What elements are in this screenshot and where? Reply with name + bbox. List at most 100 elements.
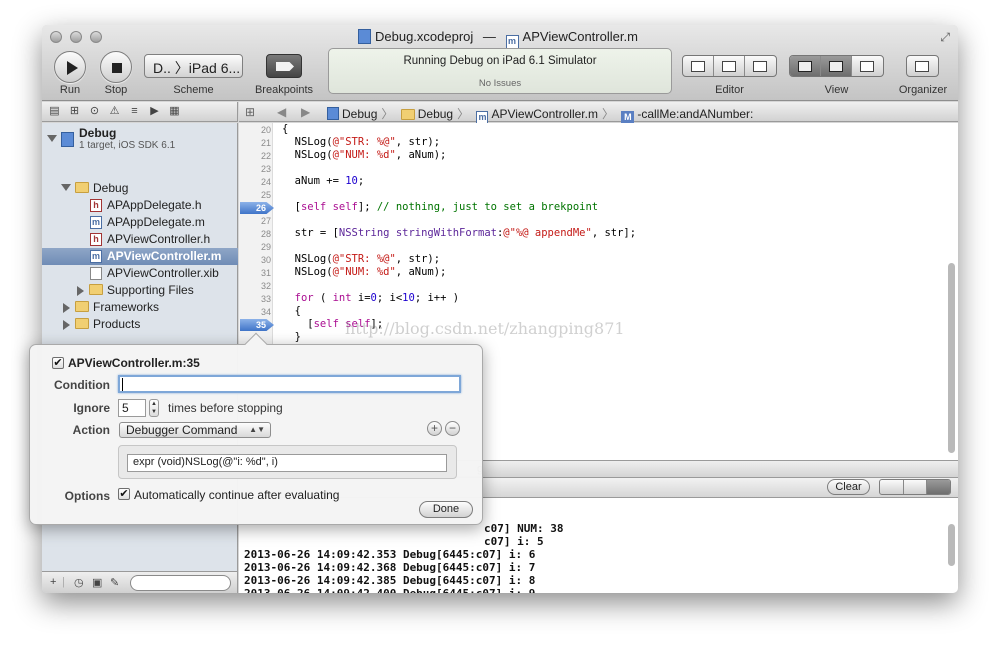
scheme-popup[interactable]: D.. 〉iPad 6... xyxy=(144,54,243,78)
related-items-icon[interactable]: ⊞ xyxy=(245,105,255,119)
done-button[interactable]: Done xyxy=(419,501,473,518)
disclosure-triangle-icon[interactable] xyxy=(63,320,70,330)
standard-editor-button[interactable] xyxy=(683,56,714,76)
group-row-supporting-files[interactable]: Supporting Files xyxy=(42,282,238,299)
project-icon xyxy=(327,107,339,120)
version-editor-icon xyxy=(753,61,767,72)
file-row[interactable]: APViewController.xib xyxy=(42,265,238,282)
line-number: 20 xyxy=(260,125,271,135)
organizer-cell[interactable] xyxy=(907,56,938,76)
project-icon xyxy=(61,132,74,147)
jumpbar-method[interactable]: -callMe:andANumber: xyxy=(637,107,753,121)
run-button[interactable] xyxy=(54,51,86,83)
close-window-button[interactable] xyxy=(50,31,62,43)
jumpbar-path[interactable]: Debug 〉 Debug 〉 m APViewController.m 〉 M -cal… xyxy=(327,105,753,124)
condition-input[interactable] xyxy=(118,375,461,393)
navigator-filter-bar: + | ◷ ▣ ✎ xyxy=(42,571,238,593)
jump-bar: ⊞ ◀ ▶ Debug 〉 Debug 〉 m APViewController.m 〉… xyxy=(239,102,958,124)
debug-navigator-icon[interactable]: ≡ xyxy=(128,105,141,118)
toolbar: Debug.xcodeproj — m APViewController.m ⤢ … xyxy=(42,25,958,101)
breakpoints-toggle[interactable] xyxy=(266,54,302,78)
console-view-button[interactable] xyxy=(927,480,950,494)
toggle-utilities-button[interactable] xyxy=(852,56,883,76)
action-type-select[interactable]: Debugger Command ▲▼ xyxy=(119,422,271,438)
project-file-icon xyxy=(358,29,371,44)
console-mode-segmented-control[interactable] xyxy=(879,479,951,495)
breakpoint-navigator-icon[interactable]: ▶ xyxy=(148,105,161,118)
auto-continue-checkbox[interactable]: ✔ xyxy=(118,488,130,500)
view-segmented-control[interactable] xyxy=(789,55,884,77)
group-row-frameworks[interactable]: Frameworks xyxy=(42,299,238,316)
view-label: View xyxy=(824,84,849,96)
forward-arrow-icon[interactable]: ▶ xyxy=(301,105,310,119)
group-row-products[interactable]: Products xyxy=(42,316,238,333)
code-line: NSLog(@"NUM: %d", aNum); xyxy=(282,149,447,161)
disclosure-triangle-icon[interactable] xyxy=(61,184,71,191)
scheme-label: Scheme xyxy=(173,84,214,96)
utilities-pane-icon xyxy=(860,61,874,72)
project-navigator-icon[interactable]: ▤ xyxy=(48,105,61,118)
remove-action-button[interactable]: − xyxy=(445,421,460,436)
popover-title: APViewController.m:35 xyxy=(68,356,200,370)
toggle-debug-area-button[interactable] xyxy=(821,56,852,76)
both-views-button[interactable] xyxy=(904,480,928,494)
project-name: Debug xyxy=(79,126,117,140)
file-row-selected[interactable]: m APViewController.m xyxy=(42,248,238,265)
file-row[interactable]: h APViewController.h xyxy=(42,231,238,248)
folder-icon xyxy=(89,284,103,295)
disclosure-triangle-icon[interactable] xyxy=(63,303,70,313)
folder-icon xyxy=(75,318,89,329)
line-number: 33 xyxy=(260,294,271,304)
hierarchy-navigator-icon[interactable]: ⊞ xyxy=(68,105,81,118)
jumpbar-group[interactable]: Debug xyxy=(418,107,453,121)
ignore-stepper[interactable]: ▲ ▼ xyxy=(149,399,159,417)
group-row-debug[interactable]: Debug xyxy=(42,180,238,197)
navigator-search-input[interactable] xyxy=(130,575,231,591)
scm-filter-icon[interactable]: ▣ xyxy=(92,576,102,589)
disclosure-triangle-icon[interactable] xyxy=(47,135,57,142)
action-box: expr (void)NSLog(@"i: %d", i) xyxy=(118,445,457,479)
version-editor-button[interactable] xyxy=(745,56,776,76)
group-label: Frameworks xyxy=(93,300,160,314)
navigator-pane-icon xyxy=(798,61,812,72)
file-row[interactable]: h APAppDelegate.h xyxy=(42,197,238,214)
editor-scrollbar[interactable] xyxy=(948,263,955,453)
ignore-count-input[interactable]: 5 xyxy=(118,399,146,417)
project-row[interactable]: Debug 1 target, iOS SDK 6.1 xyxy=(42,126,238,154)
breakpoint-marker[interactable]: 26 xyxy=(240,202,274,214)
breakpoint-enabled-checkbox[interactable]: ✔ xyxy=(52,357,64,369)
zoom-window-button[interactable] xyxy=(90,31,102,43)
folder-icon xyxy=(75,301,89,312)
action-type-value: Debugger Command xyxy=(126,423,238,437)
assistant-editor-button[interactable] xyxy=(714,56,745,76)
add-action-button[interactable]: + xyxy=(427,421,442,436)
stop-button[interactable] xyxy=(100,51,132,83)
jumpbar-project[interactable]: Debug xyxy=(342,107,377,121)
console-scrollbar[interactable] xyxy=(948,524,955,566)
search-navigator-icon[interactable]: ⊙ xyxy=(88,105,101,118)
jumpbar-file[interactable]: APViewController.m xyxy=(491,107,598,121)
organizer-button[interactable] xyxy=(906,55,939,77)
log-navigator-icon[interactable]: ▦ xyxy=(168,105,181,118)
file-label: APViewController.h xyxy=(107,232,211,246)
variables-view-button[interactable] xyxy=(880,480,904,494)
group-label: Debug xyxy=(93,181,129,195)
edited-filter-icon[interactable]: ✎ xyxy=(110,576,119,589)
fullscreen-icon[interactable]: ⤢ xyxy=(940,30,950,45)
toggle-navigator-button[interactable] xyxy=(790,56,821,76)
add-icon[interactable]: + xyxy=(50,576,56,588)
minimize-window-button[interactable] xyxy=(70,31,82,43)
line-number: 27 xyxy=(260,216,271,226)
clear-console-button[interactable]: Clear xyxy=(827,479,870,495)
file-row[interactable]: m APAppDelegate.m xyxy=(42,214,238,231)
line-number: 32 xyxy=(260,281,271,291)
line-number: 30 xyxy=(260,255,271,265)
disclosure-triangle-icon[interactable] xyxy=(77,286,84,296)
debugger-command-input[interactable]: expr (void)NSLog(@"i: %d", i) xyxy=(127,454,447,472)
recent-files-icon[interactable]: ◷ xyxy=(74,576,84,589)
issue-navigator-icon[interactable]: ⚠ xyxy=(108,105,121,118)
breakpoint-marker[interactable]: 35 xyxy=(240,319,274,331)
m-file-icon: m xyxy=(90,250,102,263)
editor-segmented-control[interactable] xyxy=(682,55,777,77)
back-arrow-icon[interactable]: ◀ xyxy=(277,105,286,119)
